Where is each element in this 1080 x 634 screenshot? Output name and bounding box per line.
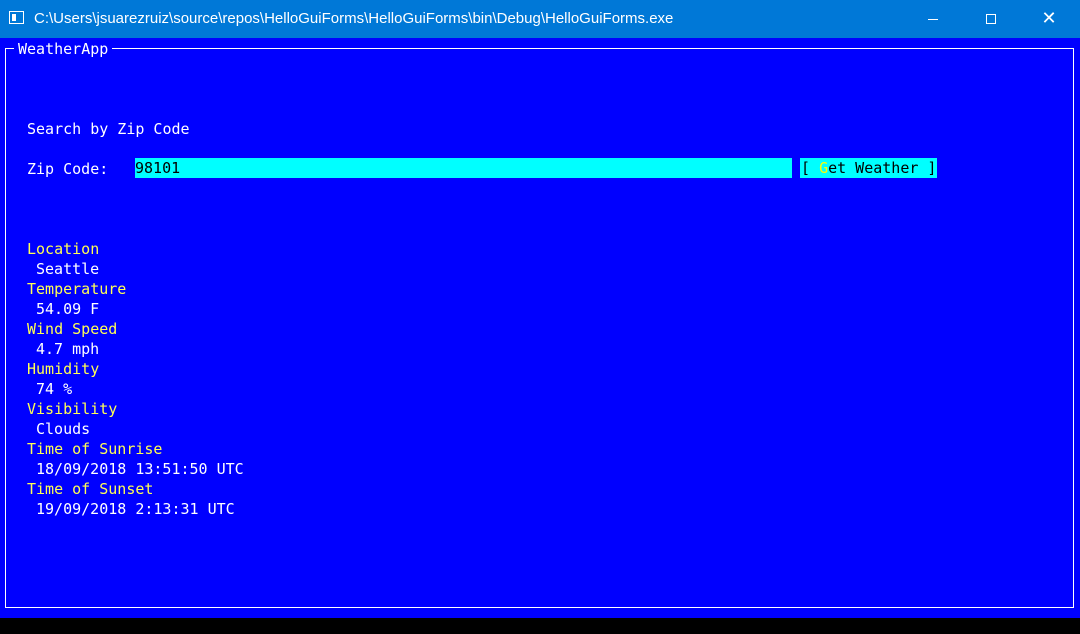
zip-code-input[interactable] bbox=[135, 158, 792, 178]
frame-title: WeatherApp bbox=[14, 40, 113, 58]
visibility-value: Clouds bbox=[36, 420, 91, 438]
maximize-icon bbox=[986, 14, 996, 24]
wind-speed-label: Wind Speed bbox=[27, 320, 118, 338]
button-hotkey: G bbox=[819, 159, 829, 177]
zip-code-label: Zip Code: bbox=[27, 160, 109, 178]
get-weather-button[interactable]: [ Get Weather ] bbox=[800, 158, 937, 178]
humidity-label: Humidity bbox=[27, 360, 100, 378]
console-app-icon bbox=[9, 11, 24, 24]
maximize-button[interactable] bbox=[962, 0, 1020, 38]
window-title: C:\Users\jsuarezruiz\source\repos\HelloG… bbox=[34, 10, 674, 27]
console-area: WeatherApp Search by Zip Code Zip Code: … bbox=[0, 38, 1080, 618]
button-bracket-left: [ bbox=[801, 159, 820, 177]
sunrise-label: Time of Sunrise bbox=[27, 440, 163, 458]
humidity-value: 74 % bbox=[36, 380, 73, 398]
location-label: Location bbox=[27, 240, 100, 258]
search-heading: Search by Zip Code bbox=[27, 120, 190, 138]
button-bracket-right: ] bbox=[918, 159, 937, 177]
close-icon: ✕ bbox=[1041, 8, 1057, 29]
minimize-button[interactable] bbox=[904, 0, 962, 38]
temperature-label: Temperature bbox=[27, 280, 127, 298]
close-button[interactable]: ✕ bbox=[1020, 0, 1078, 38]
window-bottom-edge bbox=[0, 618, 1080, 634]
minimize-icon bbox=[928, 18, 938, 20]
sunrise-value: 18/09/2018 13:51:50 UTC bbox=[36, 460, 244, 478]
wind-speed-value: 4.7 mph bbox=[36, 340, 100, 358]
window-titlebar[interactable]: C:\Users\jsuarezruiz\source\repos\HelloG… bbox=[0, 0, 1080, 38]
location-value: Seattle bbox=[36, 260, 100, 278]
visibility-label: Visibility bbox=[27, 400, 118, 418]
sunset-value: 19/09/2018 2:13:31 UTC bbox=[36, 500, 235, 518]
sunset-label: Time of Sunset bbox=[27, 480, 154, 498]
temperature-value: 54.09 F bbox=[36, 300, 100, 318]
button-label: et Weather bbox=[828, 159, 919, 177]
